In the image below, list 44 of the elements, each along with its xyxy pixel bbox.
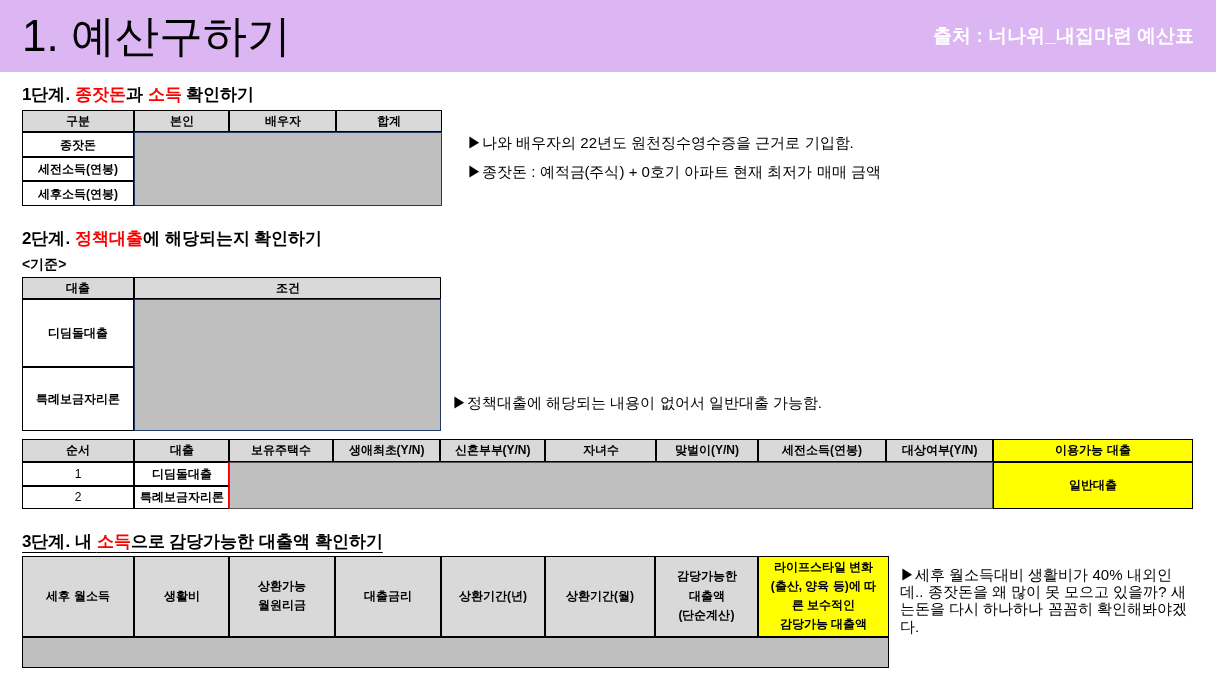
column-header: 상환기간(년) bbox=[441, 555, 545, 637]
section-heading: 1단계. 종잣돈과 소득 확인하기 bbox=[22, 84, 256, 106]
row-header: 종잣돈 bbox=[22, 132, 134, 158]
result-cell: 일반대출 bbox=[993, 461, 1193, 509]
column-header: 상환기간(월) bbox=[545, 555, 655, 637]
source-label: 출처 : 너나위_내집마련 예산표 bbox=[933, 23, 1194, 48]
section-heading: 3단계. 내 소득으로 감당가능한 대출액 확인하기 bbox=[22, 530, 384, 552]
column-header: 상환가능 월원리금 bbox=[229, 555, 335, 637]
criteria-label: <기준> bbox=[22, 254, 68, 274]
section-heading: 2단계. 정책대출에 해당되는지 확인하기 bbox=[22, 228, 324, 250]
row-header: 특례보금자리론 bbox=[22, 366, 134, 431]
column-header: 대상여부(Y/N) bbox=[886, 438, 993, 462]
row-header: 세후소득(연봉) bbox=[22, 181, 134, 207]
table-cell: 2 bbox=[22, 485, 134, 509]
table-cell: 1 bbox=[22, 461, 134, 486]
column-header: 생애최초(Y/N) bbox=[333, 438, 440, 462]
note-text: ▶종잣돈 : 예적금(주식) + 0호기 아파트 현재 최저가 매매 금액 bbox=[467, 161, 881, 182]
column-header: 보유주택수 bbox=[229, 438, 333, 462]
row-header: 세전소득(연봉) bbox=[22, 157, 134, 182]
column-header: 본인 bbox=[134, 110, 229, 133]
table-cell: 특례보금자리론 bbox=[134, 485, 229, 509]
column-header: 라이프스타일 변화 (출산, 양육 등)에 따 른 보수적인 감당가능 대출액 bbox=[758, 555, 889, 637]
column-header: 생활비 bbox=[134, 555, 229, 637]
note-text: ▶세후 월소득대비 생활비가 40% 내외인데.. 종잣돈을 왜 많이 못 모으고 있을까? 새는돈을 다시 하나하나 꼼꼼히 확인해봐야겠다. bbox=[900, 565, 1188, 635]
page-title: 1. 예산구하기 bbox=[22, 10, 291, 62]
column-header: 대출 bbox=[22, 276, 134, 299]
column-header: 세전소득(연봉) bbox=[758, 438, 886, 462]
column-header: 순서 bbox=[22, 438, 134, 462]
note-text: ▶나와 배우자의 22년도 원천징수영수증을 근거로 기입함. bbox=[467, 133, 855, 154]
column-header: 자녀수 bbox=[545, 438, 656, 462]
row-header: 디딤돌대출 bbox=[22, 298, 134, 367]
column-header: 신혼부부(Y/N) bbox=[440, 438, 545, 462]
column-header: 이용가능 대출 bbox=[993, 438, 1193, 462]
column-header: 구분 bbox=[22, 110, 134, 133]
column-header: 대출금리 bbox=[335, 555, 441, 637]
column-header: 배우자 bbox=[229, 110, 336, 133]
column-header: 세후 월소득 bbox=[22, 555, 134, 637]
table-cell: 디딤돌대출 bbox=[134, 461, 229, 486]
column-header: 합계 bbox=[336, 110, 442, 133]
column-header: 조건 bbox=[134, 276, 441, 299]
note-text: ▶정책대출에 해당되는 내용이 없어서 일반대출 가능함. bbox=[452, 393, 822, 413]
column-header: 대출 bbox=[134, 438, 229, 462]
column-header: 맞벌이(Y/N) bbox=[656, 438, 758, 462]
column-header: 감당가능한 대출액 (단순계산) bbox=[655, 555, 758, 637]
